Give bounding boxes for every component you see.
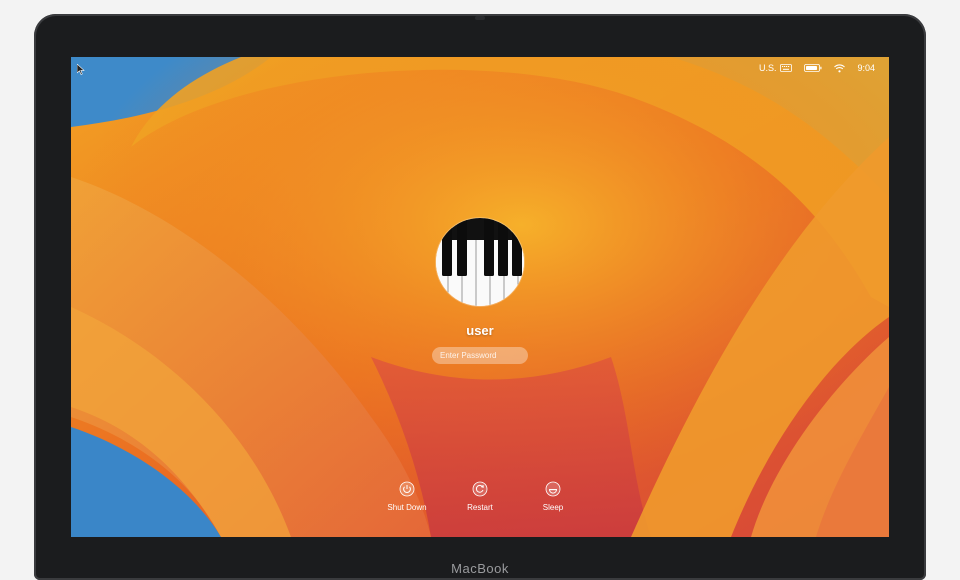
shut-down-button[interactable]: Shut Down [377,481,437,512]
input-source-label: U.S. [758,63,777,73]
restart-button[interactable]: Restart [450,481,510,512]
camera [475,16,485,20]
sleep-label: Sleep [542,503,564,512]
clock[interactable]: 9:04 [857,63,875,73]
username-label: user [466,323,494,338]
wifi-icon [834,63,846,72]
piano-keys-avatar-image [436,218,524,306]
restart-label: Restart [467,503,493,512]
user-avatar[interactable] [436,218,524,306]
password-field[interactable] [432,347,528,364]
keyboard-icon [780,64,793,72]
menu-bar: U.S. 9:04 [71,57,889,79]
battery-icon [804,64,822,72]
power-actions: Shut Down Restart Sleep [71,481,889,521]
login-screen: U.S. 9:04 user Shut Down Restart Sleep [71,57,889,537]
sleep-button[interactable]: Sleep [523,481,583,512]
macbook-logo-text: MacBook [451,561,509,576]
power-icon [399,481,415,497]
wifi-status[interactable] [834,63,846,73]
battery-status[interactable] [804,64,822,72]
shut-down-label: Shut Down [387,503,427,512]
input-source-menu[interactable]: U.S. [759,63,793,73]
sleep-icon [545,481,561,497]
restart-icon [472,481,488,497]
